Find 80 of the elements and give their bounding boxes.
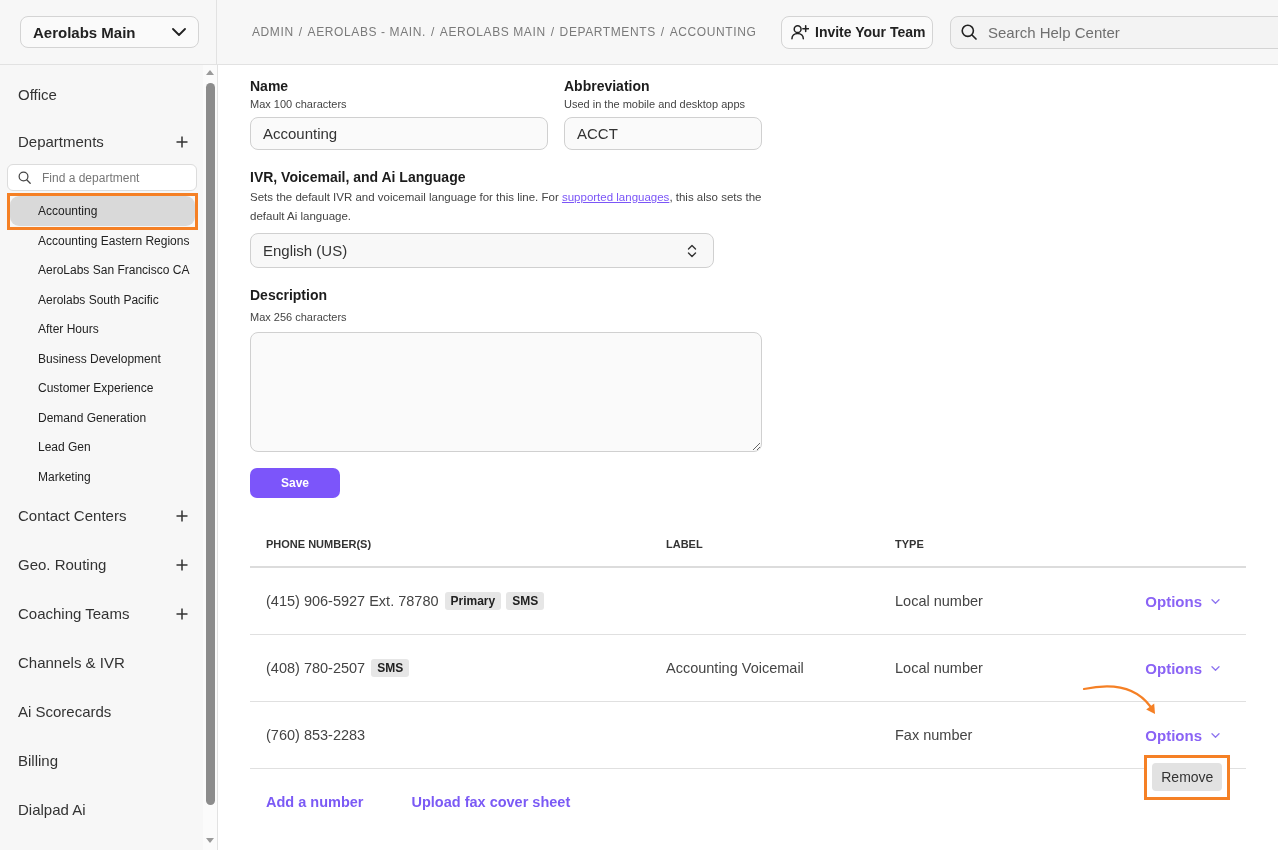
description-field[interactable] bbox=[250, 332, 762, 452]
breadcrumb-separator: / bbox=[550, 25, 555, 39]
number-type: Fax number bbox=[895, 727, 973, 743]
field-hint: Max 100 characters bbox=[250, 97, 347, 112]
scrollbar[interactable] bbox=[203, 65, 217, 850]
field-label: IVR, Voicemail, and Ai Language bbox=[250, 168, 466, 186]
sidebar-item[interactable]: Customer Experience bbox=[10, 373, 195, 403]
sidebar-item[interactable]: AeroLabs San Francisco CA bbox=[10, 255, 195, 285]
sidebar-item[interactable]: Business Development bbox=[10, 343, 195, 374]
options-button[interactable]: Options bbox=[1145, 726, 1220, 744]
plus-icon[interactable] bbox=[176, 607, 188, 620]
remove-menu-item[interactable]: Remove bbox=[1152, 762, 1223, 791]
number-tag: SMS bbox=[506, 592, 545, 610]
scroll-up-icon[interactable] bbox=[206, 70, 214, 75]
number-tag: Primary bbox=[444, 592, 502, 610]
breadcrumb-link[interactable]: ADMIN bbox=[252, 25, 294, 39]
scroll-down-icon[interactable] bbox=[206, 838, 214, 843]
phone-number: (408) 780-2507 bbox=[266, 660, 366, 676]
phone-number: (415) 906-5927 Ext. 78780 bbox=[266, 593, 439, 609]
field-hint: Used in the mobile and desktop apps bbox=[564, 97, 745, 112]
sidebar-section[interactable]: Channels & IVR bbox=[18, 654, 125, 671]
plus-icon[interactable] bbox=[176, 558, 188, 571]
invite-button[interactable]: Invite Your Team bbox=[781, 15, 933, 49]
column-header: LABEL bbox=[665, 537, 704, 550]
language-select[interactable]: English (US) bbox=[250, 233, 714, 268]
breadcrumb-link[interactable]: AEROLABS MAIN bbox=[439, 25, 546, 39]
abbreviation-field[interactable]: ACCT bbox=[564, 117, 762, 150]
plus-icon[interactable] bbox=[176, 135, 188, 148]
breadcrumb-current: ACCOUNTING bbox=[669, 25, 757, 39]
field-label: Abbreviation bbox=[564, 77, 650, 95]
footer-link[interactable]: Add a number bbox=[266, 794, 364, 810]
sidebar-item[interactable]: After Hours bbox=[10, 314, 195, 344]
search-icon bbox=[18, 171, 31, 184]
search-icon bbox=[961, 24, 977, 40]
sidebar-item[interactable]: Demand Generation bbox=[10, 402, 195, 433]
field-description: Sets the default IVR and voicemail language for this line. For supported languages, this also sets the default Ai language. bbox=[250, 190, 762, 224]
person-plus-icon bbox=[791, 24, 809, 40]
sidebar-item[interactable]: Lead Gen bbox=[10, 432, 195, 462]
number-tag: SMS bbox=[371, 659, 410, 677]
sidebar-section[interactable]: Ai Scorecards bbox=[18, 703, 112, 720]
breadcrumb-link[interactable]: AEROLABS - MAIN. bbox=[307, 25, 426, 39]
caret-icon bbox=[1211, 665, 1220, 671]
chevron-down-icon bbox=[172, 28, 186, 36]
save-button[interactable]: Save bbox=[250, 468, 340, 498]
name-field[interactable]: Accounting bbox=[250, 117, 548, 150]
field-hint: Max 256 characters bbox=[250, 310, 347, 325]
sidebar-section[interactable]: Departments bbox=[18, 133, 104, 150]
number-label: Accounting Voicemail bbox=[666, 660, 804, 676]
sidebar-item[interactable]: Accounting bbox=[10, 196, 195, 226]
footer-link[interactable]: Upload fax cover sheet bbox=[411, 794, 571, 810]
options-button[interactable]: Options bbox=[1145, 592, 1220, 610]
sidebar-section[interactable]: Office bbox=[18, 86, 57, 103]
column-header: TYPE bbox=[894, 537, 925, 550]
sidebar-section[interactable]: Dialpad Ai bbox=[18, 801, 86, 818]
number-type: Local number bbox=[895, 660, 983, 676]
phone-number: (760) 853-2283 bbox=[266, 727, 366, 743]
sidebar-item[interactable]: Aerolabs South Pacific bbox=[10, 284, 195, 315]
search-field[interactable]: Search Help Center bbox=[950, 15, 1278, 49]
number-type: Local number bbox=[895, 593, 983, 609]
caret-icon bbox=[1211, 598, 1220, 604]
sidebar-item[interactable]: Marketing bbox=[10, 461, 195, 492]
column-header: PHONE NUMBER(S) bbox=[265, 537, 373, 550]
breadcrumb-link[interactable]: DEPARTMENTS bbox=[559, 25, 656, 39]
up-down-chevron-icon bbox=[687, 243, 697, 258]
scrollbar-thumb[interactable] bbox=[205, 83, 215, 805]
org-switcher[interactable]: Aerolabs Main bbox=[20, 16, 199, 48]
field-label: Description bbox=[250, 286, 327, 304]
sidebar-section[interactable]: Coaching Teams bbox=[18, 605, 130, 622]
sidebar-item[interactable]: Accounting Eastern Regions bbox=[10, 225, 195, 256]
field-label: Name bbox=[250, 77, 289, 95]
sidebar-section[interactable]: Billing bbox=[18, 752, 59, 769]
sidebar-section[interactable]: Geo. Routing bbox=[18, 556, 107, 573]
sidebar-section[interactable]: Contact Centers bbox=[18, 507, 127, 524]
breadcrumb-separator: / bbox=[430, 25, 435, 39]
search-field[interactable]: Find a department bbox=[7, 164, 197, 191]
breadcrumb-separator: / bbox=[660, 25, 665, 39]
caret-icon bbox=[1211, 732, 1220, 738]
breadcrumb-separator: / bbox=[298, 25, 303, 39]
options-button[interactable]: Options bbox=[1145, 659, 1220, 677]
plus-icon[interactable] bbox=[176, 509, 188, 522]
